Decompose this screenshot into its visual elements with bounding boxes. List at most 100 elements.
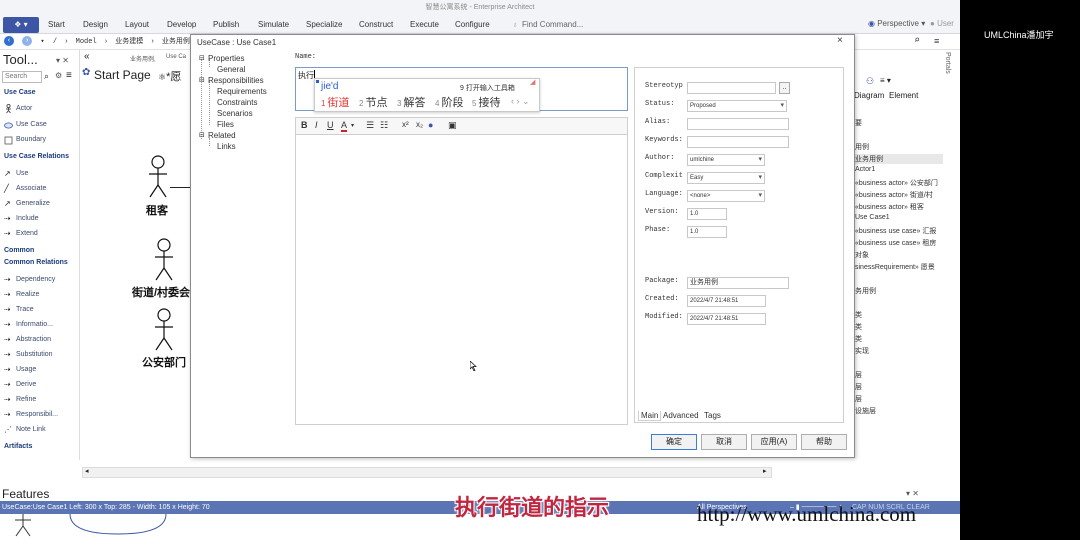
- association-line[interactable]: [170, 187, 192, 188]
- menu-icon[interactable]: ≡: [66, 70, 72, 81]
- tab-execute[interactable]: Execute: [410, 20, 439, 29]
- browser-item[interactable]: Use Case1: [855, 214, 890, 221]
- diagram-canvas[interactable]: « 业务用例, Use Ca ✿ Start Page ⚛*愿 租客 街道/村委…: [82, 50, 192, 460]
- tab-scroll-left-icon[interactable]: «: [84, 51, 90, 62]
- apply-button[interactable]: 应用(A): [751, 434, 797, 450]
- actor-street-figure[interactable]: [152, 238, 176, 284]
- tab-simulate[interactable]: Simulate: [258, 20, 289, 29]
- toolbox-item-responsibility[interactable]: Responsibil...: [16, 411, 58, 418]
- tab-browser-element[interactable]: Element: [889, 91, 918, 100]
- settings-icon[interactable]: ⚙: [55, 71, 62, 80]
- tree-item-general[interactable]: General: [217, 65, 245, 74]
- browser-item[interactable]: 对象: [855, 250, 869, 260]
- package-field[interactable]: 业务用例: [687, 277, 789, 289]
- ime-candidate-window[interactable]: jie'd 9 打开输入工具箱 ◢ 1 街道 2 节点 3 解答 4 阶段 5 接待 ‹ …: [314, 78, 540, 112]
- tab-specialize[interactable]: Specialize: [306, 20, 342, 29]
- bold-button[interactable]: B: [301, 120, 308, 130]
- toolbox-options-icon[interactable]: ▾ ✕: [56, 56, 69, 65]
- toolbox-section-common[interactable]: Common: [4, 247, 34, 254]
- alias-field[interactable]: [687, 118, 789, 130]
- browser-menu-icon[interactable]: ≡ ▾: [880, 76, 891, 85]
- cancel-button[interactable]: 取消: [701, 434, 747, 450]
- browser-item[interactable]: «business use case» 汇报: [855, 226, 936, 236]
- tree-item-related[interactable]: Related: [208, 131, 236, 140]
- browser-item[interactable]: «business actor» 街道/村: [855, 190, 933, 200]
- ok-button[interactable]: 确定: [651, 434, 697, 450]
- collapse-icon[interactable]: ⊟: [199, 131, 205, 139]
- browser-item[interactable]: sinessRequirement» 愿景: [855, 262, 935, 272]
- insert-button[interactable]: ▣: [448, 120, 457, 131]
- app-menu-button[interactable]: ❖ ▾: [3, 17, 39, 33]
- ime-candidate[interactable]: 1 街道: [321, 94, 349, 110]
- search-icon[interactable]: ⌕: [44, 71, 49, 82]
- tab-diagram[interactable]: ⚛*愿: [158, 68, 181, 84]
- status-select[interactable]: Proposed: [687, 100, 787, 112]
- stereotype-browse-button[interactable]: ..: [779, 82, 790, 94]
- toolbox-item-boundary[interactable]: Boundary: [16, 136, 46, 143]
- toolbox-item-trace[interactable]: Trace: [16, 306, 34, 313]
- browser-item[interactable]: 类: [855, 322, 862, 332]
- actor-tenant-figure[interactable]: [146, 155, 170, 201]
- toolbox-section-usecase[interactable]: Use Case: [4, 89, 36, 96]
- actor-police-figure[interactable]: [152, 308, 176, 354]
- tree-item-files[interactable]: Files: [217, 120, 234, 129]
- font-color-button[interactable]: A: [341, 120, 348, 132]
- toolbox-item-refine[interactable]: Refine: [16, 396, 36, 403]
- browser-item[interactable]: 实现: [855, 346, 869, 356]
- collapse-icon[interactable]: ⊟: [199, 76, 205, 84]
- browser-item[interactable]: «business use case» 租房: [855, 238, 936, 248]
- breadcrumb-item-business-usecase[interactable]: 业务用例: [162, 38, 190, 46]
- notes-textarea[interactable]: [295, 135, 628, 425]
- browser-item[interactable]: 层: [855, 370, 862, 380]
- breadcrumb-item-business-modeling[interactable]: 业务建模: [115, 38, 143, 46]
- browser-item[interactable]: 业务用例: [855, 154, 943, 164]
- people-icon[interactable]: ⚇: [866, 76, 874, 87]
- toolbox-item-include[interactable]: Include: [16, 215, 39, 222]
- ime-toolbox-hint[interactable]: 9 打开输入工具箱: [460, 83, 515, 93]
- search-icon[interactable]: ⌕: [914, 34, 920, 50]
- collapse-icon[interactable]: ⊟: [199, 54, 205, 62]
- back-icon[interactable]: ‹: [4, 36, 14, 47]
- find-command-input[interactable]: ♁ Find Command...: [512, 18, 607, 32]
- forward-icon[interactable]: ›: [22, 36, 33, 47]
- tab-advanced[interactable]: Advanced: [663, 411, 699, 420]
- toolbox-item-abstraction[interactable]: Abstraction: [16, 336, 51, 343]
- close-icon[interactable]: ×: [837, 35, 843, 46]
- browser-item[interactable]: «business actor» 租客: [855, 202, 924, 212]
- tree-item-constraints[interactable]: Constraints: [217, 98, 257, 107]
- tree-item-requirements[interactable]: Requirements: [217, 87, 267, 96]
- toolbox-search-input[interactable]: Search: [2, 71, 42, 83]
- toolbox-item-realize[interactable]: Realize: [16, 291, 39, 298]
- superscript-button[interactable]: x²: [402, 120, 409, 129]
- toolbox-item-derive[interactable]: Derive: [16, 381, 36, 388]
- underline-button[interactable]: U: [327, 120, 334, 130]
- toolbox-item-note-link[interactable]: Note Link: [16, 426, 46, 433]
- toolbox-item-usecase[interactable]: Use Case: [16, 121, 47, 128]
- breadcrumb-item-model[interactable]: Model: [76, 38, 97, 46]
- toolbox-item-use[interactable]: Use: [16, 170, 28, 177]
- tab-start[interactable]: Start: [48, 20, 65, 29]
- subscript-button[interactable]: x₂: [416, 120, 423, 129]
- ime-candidate[interactable]: 4 阶段: [435, 94, 463, 110]
- ime-candidate[interactable]: 3 解答: [397, 94, 425, 110]
- tab-design[interactable]: Design: [83, 20, 108, 29]
- toolbox-item-associate[interactable]: Associate: [16, 185, 46, 192]
- ime-candidate[interactable]: 2 节点: [359, 94, 387, 110]
- italic-button[interactable]: I: [315, 120, 318, 130]
- perspective-button[interactable]: ◉ Perspective ▾: [868, 19, 925, 28]
- toolbox-section-artifacts[interactable]: Artifacts: [4, 443, 32, 450]
- features-panel-controls[interactable]: ▾ ✕: [906, 489, 919, 498]
- scroll-left-icon[interactable]: ◂: [85, 467, 89, 475]
- browser-item[interactable]: 务用例: [855, 286, 876, 296]
- toolbox-item-usage[interactable]: Usage: [16, 366, 36, 373]
- tree-item-responsibilities[interactable]: Responsibilities: [208, 76, 264, 85]
- browser-item[interactable]: «business actor» 公安部门: [855, 178, 938, 188]
- tab-configure[interactable]: Configure: [455, 20, 490, 29]
- language-select[interactable]: <none>: [687, 190, 765, 202]
- browser-item[interactable]: 用例: [855, 142, 869, 152]
- tab-layout[interactable]: Layout: [125, 20, 149, 29]
- help-button[interactable]: 帮助: [801, 434, 847, 450]
- tab-tags[interactable]: Tags: [704, 411, 721, 420]
- tab-construct[interactable]: Construct: [359, 20, 393, 29]
- tab-publish[interactable]: Publish: [213, 20, 239, 29]
